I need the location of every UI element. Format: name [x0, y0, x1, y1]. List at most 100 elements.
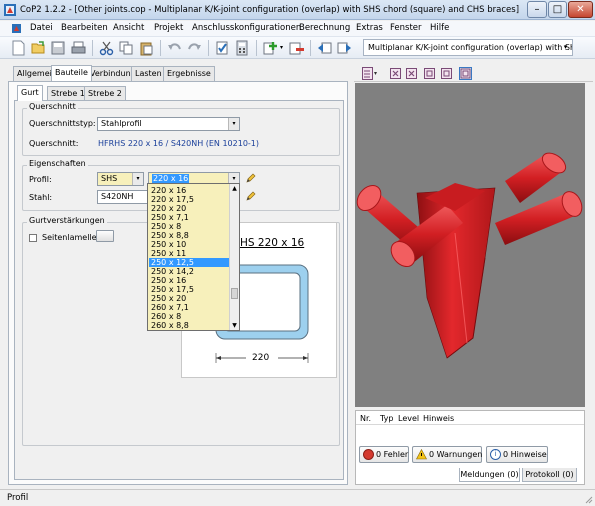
paste-icon[interactable] [138, 40, 155, 56]
scroll-up-icon[interactable]: ▲ [230, 184, 239, 193]
document-menu-icon[interactable] [11, 23, 22, 34]
chevron-down-icon[interactable]: ▾ [228, 118, 239, 130]
cut-icon[interactable] [98, 40, 115, 56]
print-icon[interactable] [70, 40, 87, 56]
add-dropdown-icon[interactable]: ▾ [280, 44, 283, 51]
eigenschaften-group-label: Eigenschaften [27, 159, 88, 168]
view-top-icon[interactable] [441, 68, 452, 79]
menu-datei[interactable]: Datei [30, 23, 53, 33]
profil-size-option[interactable]: 250 x 12,5 [149, 258, 229, 267]
warnings-count: 0 Warnungen [429, 450, 483, 459]
querschnittstyp-select[interactable]: Stahlprofil ▾ [97, 117, 240, 131]
menu-bearbeiten[interactable]: Bearbeiten [61, 23, 108, 33]
profil-size-option[interactable]: 260 x 8,8 [149, 321, 229, 330]
tab-meldungen[interactable]: Meldungen (0) [459, 468, 520, 482]
3d-viewport[interactable] [355, 83, 585, 407]
title-bar: CoP2 1.2.2 - [Other joints.cop - Multipl… [0, 0, 595, 20]
previous-configuration-icon[interactable] [316, 40, 333, 56]
tab-protokoll[interactable]: Protokoll (0) [522, 468, 577, 482]
undo-icon[interactable] [166, 40, 183, 56]
profil-size-option[interactable]: 260 x 8 [149, 312, 229, 321]
subtab-strebe-1[interactable]: Strebe 1 [47, 86, 89, 101]
menu-ansicht[interactable]: Ansicht [113, 23, 144, 33]
add-configuration-icon[interactable] [262, 40, 279, 56]
new-file-icon[interactable] [10, 40, 27, 56]
profil-size-option[interactable]: 250 x 10 [149, 240, 229, 249]
tab-bauteile[interactable]: Bauteile [51, 65, 92, 81]
menu-fenster[interactable]: Fenster [390, 23, 422, 33]
profil-size-option[interactable]: 220 x 16 [149, 186, 229, 195]
profil-size-option[interactable]: 220 x 17,5 [149, 195, 229, 204]
col-nr[interactable]: Nr. [360, 414, 371, 423]
configuration-select[interactable]: Multiplanar K/K-joint configuration (ove… [363, 39, 573, 56]
stahl-label: Stahl: [29, 193, 53, 202]
notes-count: 0 Hinweise [503, 450, 547, 459]
profil-size-option[interactable]: 250 x 20 [149, 294, 229, 303]
status-bar: Profil [0, 489, 595, 506]
redo-icon[interactable] [186, 40, 203, 56]
delete-configuration-icon[interactable] [288, 40, 305, 56]
calculate-icon[interactable] [234, 40, 251, 56]
view-select-icon[interactable] [362, 67, 378, 80]
stahl-field[interactable]: S420NH [97, 190, 149, 204]
profil-type-select[interactable]: SHS ▾ [97, 172, 144, 186]
menu-anschlusskonfigurationen[interactable]: Anschlusskonfigurationen [192, 23, 301, 33]
tab-lasten[interactable]: Lasten [131, 66, 166, 81]
profil-size-option[interactable]: 250 x 7,1 [149, 213, 229, 222]
gurtverstaerkungen-group-label: Gurtverstärkungen [27, 216, 107, 225]
toolbar-separator [310, 40, 311, 56]
querschnitt-value: HFRHS 220 x 16 / S420NH (EN 10210-1) [98, 139, 260, 148]
col-level[interactable]: Level [398, 414, 419, 423]
tab-ergebnisse[interactable]: Ergebnisse [163, 66, 215, 81]
view-front-icon[interactable] [406, 68, 417, 79]
copy-icon[interactable] [118, 40, 135, 56]
col-hinweis[interactable]: Hinweis [423, 414, 454, 423]
scroll-thumb[interactable] [231, 288, 238, 299]
open-folder-icon[interactable] [30, 40, 47, 56]
seitenlamellen-button[interactable] [96, 230, 114, 242]
view-side-icon[interactable] [424, 68, 435, 79]
profil-size-option[interactable]: 250 x 16 [149, 276, 229, 285]
check-document-icon[interactable] [214, 40, 231, 56]
view-iso-icon[interactable] [390, 68, 401, 79]
col-typ[interactable]: Typ [380, 414, 393, 423]
menu-projekt[interactable]: Projekt [154, 23, 183, 33]
edit-profile-pencil-icon[interactable] [245, 173, 256, 184]
errors-button[interactable]: 0 Fehler [359, 446, 409, 463]
toolbar-separator [208, 40, 209, 56]
dropdown-scrollbar[interactable]: ▲ ▼ [229, 184, 239, 330]
profil-size-option[interactable]: 250 x 17,5 [149, 285, 229, 294]
profil-size-option[interactable]: 250 x 11 [149, 249, 229, 258]
menu-berechnung[interactable]: Berechnung [299, 23, 350, 33]
profil-size-dropdown[interactable]: 220 x 16 220 x 17,5 220 x 20 250 x 7,1 250 x… [147, 183, 240, 331]
profil-size-option[interactable]: 250 x 14,2 [149, 267, 229, 276]
minimize-button[interactable]: – [527, 1, 547, 18]
profil-size-option[interactable]: 250 x 8 [149, 222, 229, 231]
scroll-down-icon[interactable]: ▼ [230, 321, 239, 330]
subtab-strebe-2[interactable]: Strebe 2 [84, 86, 126, 101]
next-configuration-icon[interactable] [336, 40, 353, 56]
warnings-button[interactable]: 0 Warnungen [412, 446, 482, 463]
app-logo-icon [4, 4, 16, 16]
querschnitt-label: Querschnitt: [29, 139, 79, 148]
configuration-dropdown-arrow[interactable]: ▾ [560, 41, 571, 54]
window-title: CoP2 1.2.2 - [Other joints.cop - Multipl… [20, 5, 520, 15]
subtab-gurt[interactable]: Gurt [17, 85, 43, 101]
profil-label: Profil: [29, 175, 52, 184]
seitenlamellen-checkbox[interactable] [29, 234, 37, 242]
profil-size-option[interactable]: 260 x 7,1 [149, 303, 229, 312]
chevron-down-icon[interactable]: ▾ [132, 173, 143, 185]
save-icon[interactable] [50, 40, 67, 56]
notes-button[interactable]: i 0 Hinweise [486, 446, 548, 463]
status-text: Profil [7, 493, 29, 503]
close-button[interactable]: ✕ [568, 1, 593, 18]
menu-extras[interactable]: Extras [356, 23, 383, 33]
resize-grip-icon[interactable] [583, 494, 593, 504]
profil-size-option[interactable]: 250 x 8,8 [149, 231, 229, 240]
toolbar: ▾ Multiplanar K/K-joint configuration (o… [0, 37, 595, 59]
view-plan-icon[interactable] [459, 67, 472, 80]
profil-size-option[interactable]: 220 x 20 [149, 204, 229, 213]
edit-steel-pencil-icon[interactable] [245, 191, 256, 202]
menu-hilfe[interactable]: Hilfe [430, 23, 449, 33]
maximize-button[interactable]: □ [548, 1, 567, 18]
